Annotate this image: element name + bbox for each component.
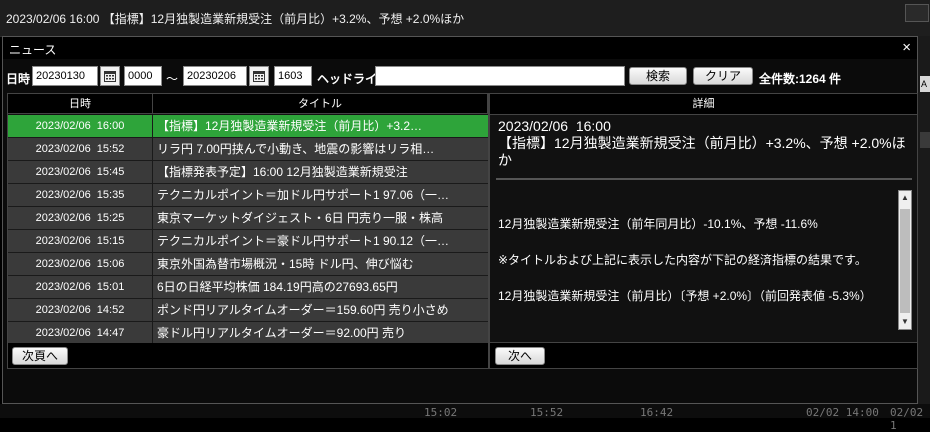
- row-title: 豪ドル円リアルタイムオーダー＝92.00円 売り: [157, 326, 407, 340]
- row-divider: [152, 322, 153, 344]
- news-row[interactable]: 2023/02/06 15:45 【指標発表予定】16:00 12月独製造業新規受…: [8, 161, 488, 184]
- news-row[interactable]: 2023/02/06 15:35 テクニカルポイント＝加ドル円サポート1 97.0…: [8, 184, 488, 207]
- detail-footer: 次へ: [489, 343, 918, 369]
- to-date-input[interactable]: [183, 66, 247, 86]
- news-rows: 2023/02/06 16:00 【指標】12月独製造業新規受注（前月比）+3.2…: [8, 115, 488, 345]
- total-count: 全件数:1264 件: [759, 72, 842, 86]
- detail-body-line: 12月独製造業新規受注（前年同月比）-10.1%、予想 -11.6%: [498, 217, 818, 231]
- search-button[interactable]: 検索: [629, 67, 687, 85]
- window-title: ニュース: [9, 43, 57, 57]
- column-header-title[interactable]: タイトル: [153, 94, 488, 114]
- axis-label: 02/02 14:00: [806, 406, 879, 419]
- row-title: ポンド円リアルタイムオーダー＝159.60円 売り小さめ: [157, 303, 449, 317]
- row-divider: [152, 161, 153, 183]
- row-title: 6日の日経平均株価 184.19円高の27693.65円: [157, 280, 398, 294]
- axis-label: 15:52: [530, 406, 564, 419]
- ticker-bar: 2023/02/06 16:00 【指標】12月独製造業新規受注（前月比）+3.…: [0, 0, 930, 37]
- row-divider: [152, 184, 153, 206]
- list-footer: 次頁へ: [7, 343, 489, 369]
- from-time-input[interactable]: [124, 66, 162, 86]
- row-divider: [152, 138, 153, 160]
- row-divider: [152, 230, 153, 252]
- row-date: 2023/02/06 15:52: [35, 143, 125, 155]
- news-row[interactable]: 2023/02/06 15:01 6日の日経平均株価 184.19円高の27693…: [8, 276, 488, 299]
- news-row[interactable]: 2023/02/06 14:52 ポンド円リアルタイムオーダー＝159.60円 売…: [8, 299, 488, 322]
- row-divider: [152, 207, 153, 229]
- row-date: 2023/02/06 14:47: [35, 327, 125, 339]
- scroll-up-icon[interactable]: ▲: [901, 193, 909, 203]
- row-divider: [152, 299, 153, 321]
- axis-label: 16:42: [640, 406, 674, 419]
- to-time-input[interactable]: [274, 66, 312, 86]
- headline-input[interactable]: [375, 66, 625, 86]
- next-page-button[interactable]: 次頁へ: [12, 347, 68, 365]
- row-date: 2023/02/06 15:01: [35, 281, 125, 293]
- row-date: 2023/02/06 15:25: [35, 212, 125, 224]
- news-row[interactable]: 2023/02/06 15:52 リラ円 7.00円挟んで小動き、地震の影響はリラ…: [8, 138, 488, 161]
- next-item-button[interactable]: 次へ: [495, 347, 545, 365]
- from-date-input[interactable]: [32, 66, 98, 86]
- row-title: 【指標発表予定】16:00 12月独製造業新規受注: [157, 165, 408, 179]
- detail-header: 詳細: [490, 94, 917, 115]
- background-axis: 15:02 15:52 16:42 02/02 14:00 02/02 1: [0, 404, 930, 432]
- row-divider: [152, 253, 153, 275]
- close-icon[interactable]: ×: [902, 39, 911, 56]
- detail-divider: [496, 178, 912, 180]
- detail-scrollbar[interactable]: ▲ ▼: [898, 190, 912, 330]
- row-title: 【指標】12月独製造業新規受注（前月比）+3.2…: [157, 119, 423, 133]
- side-tab[interactable]: A: [920, 76, 930, 92]
- row-divider: [152, 115, 153, 137]
- to-calendar-icon[interactable]: [249, 66, 269, 86]
- news-row[interactable]: 2023/02/06 16:00 【指標】12月独製造業新規受注（前月比）+3.2…: [8, 115, 488, 138]
- row-date: 2023/02/06 15:45: [35, 166, 125, 178]
- news-window: ニュース × 日時 〜 ヘッドライン 検索 クリア 全件数:1264 件 日時 …: [2, 36, 918, 404]
- row-title: テクニカルポイント＝豪ドル円サポート1 90.12（一…: [157, 234, 450, 248]
- row-date: 2023/02/06 15:06: [35, 258, 125, 270]
- row-title: 東京外国為替市場概況・15時 ドル円、伸び悩む: [157, 257, 414, 271]
- row-title: 東京マーケットダイジェスト・6日 円売り一服・株高: [157, 211, 444, 225]
- detail-title: 【指標】12月独製造業新規受注（前月比）+3.2%、予想 +2.0%ほか: [498, 135, 906, 168]
- window-titlebar[interactable]: ニュース ×: [3, 37, 917, 59]
- detail-timestamp: 2023/02/06 16:00: [498, 118, 611, 134]
- ticker-text: 2023/02/06 16:00 【指標】12月独製造業新規受注（前月比）+3.…: [6, 12, 465, 26]
- row-title: テクニカルポイント＝加ドル円サポート1 97.06（一…: [157, 188, 450, 202]
- axis-label: 02/02 1: [890, 406, 924, 432]
- axis-label: 15:02: [424, 406, 458, 419]
- scroll-thumb[interactable]: [900, 209, 910, 313]
- from-calendar-icon[interactable]: [100, 66, 120, 86]
- detail-body-line: ※タイトルおよび上記に表示した内容が下記の経済指標の結果です。: [498, 253, 867, 267]
- row-title: リラ円 7.00円挟んで小動き、地震の影響はリラ相…: [157, 142, 435, 156]
- detail-body-line: 12月独製造業新規受注（前月比）〔予想 +2.0%〕（前回発表値 -5.3%）: [498, 289, 872, 303]
- news-row[interactable]: 2023/02/06 15:15 テクニカルポイント＝豪ドル円サポート1 90.1…: [8, 230, 488, 253]
- date-label: 日時: [6, 72, 31, 86]
- news-row[interactable]: 2023/02/06 15:25 東京マーケットダイジェスト・6日 円売り一服・株…: [8, 207, 488, 230]
- side-tab-2[interactable]: [920, 132, 930, 148]
- column-header-date[interactable]: 日時: [8, 94, 153, 114]
- row-date: 2023/02/06 15:35: [35, 189, 125, 201]
- detail-body: 12月独製造業新規受注（前年同月比）-10.1%、予想 -11.6% ※タイトル…: [498, 214, 894, 322]
- clear-button[interactable]: クリア: [693, 67, 753, 85]
- row-date: 2023/02/06 16:00: [35, 120, 125, 132]
- search-bar: 日時 〜 ヘッドライン 検索 クリア 全件数:1264 件: [3, 65, 917, 89]
- range-separator: 〜: [166, 72, 179, 86]
- window-control-button[interactable]: [905, 4, 929, 22]
- detail-pane: 詳細 2023/02/06 16:00 【指標】12月独製造業新規受注（前月比）…: [489, 93, 918, 343]
- news-row[interactable]: 2023/02/06 14:47 豪ドル円リアルタイムオーダー＝92.00円 売り: [8, 322, 488, 345]
- news-row[interactable]: 2023/02/06 15:06 東京外国為替市場概況・15時 ドル円、伸び悩む: [8, 253, 488, 276]
- row-date: 2023/02/06 15:15: [35, 235, 125, 247]
- news-list: 日時 タイトル 2023/02/06 16:00 【指標】12月独製造業新規受注（…: [7, 93, 489, 345]
- row-divider: [152, 276, 153, 298]
- background-panel: A: [918, 36, 930, 418]
- scroll-down-icon[interactable]: ▼: [901, 317, 909, 327]
- row-date: 2023/02/06 14:52: [35, 304, 125, 316]
